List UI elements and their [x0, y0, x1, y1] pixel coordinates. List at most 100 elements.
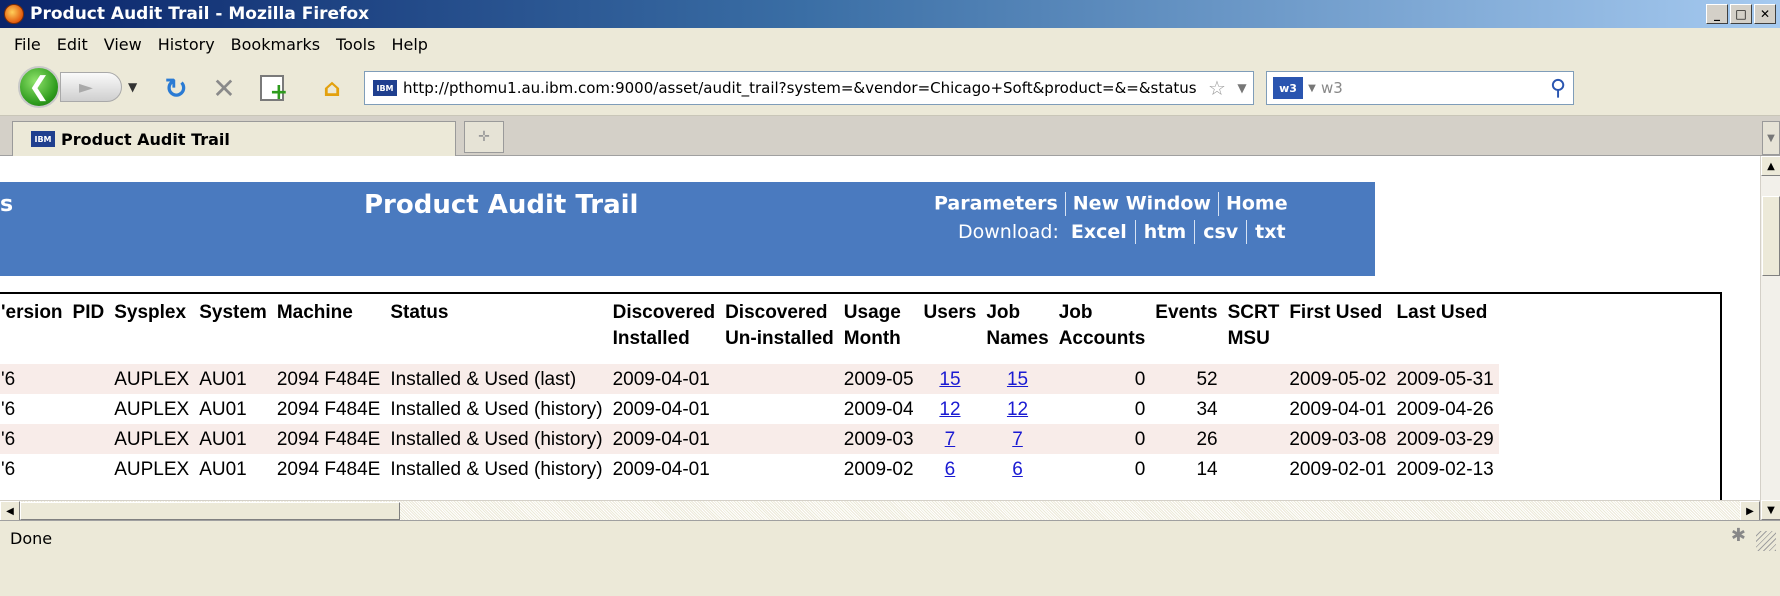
menu-view[interactable]: View — [104, 35, 142, 54]
parameters-link[interactable]: Parameters — [934, 193, 1058, 215]
table-header-row: 'ersion PID Sysplex System Machine Statu… — [0, 300, 1499, 364]
col-system: System — [199, 302, 267, 323]
col-last-used: Last Used — [1396, 302, 1488, 323]
vertical-scroll-thumb[interactable] — [1762, 196, 1780, 276]
addon-status-icon[interactable]: ✱ — [1731, 525, 1746, 546]
window-controls: _ □ ✕ — [1706, 4, 1776, 24]
search-input[interactable]: w3 — [1321, 79, 1543, 97]
resize-grip-icon[interactable] — [1756, 531, 1776, 551]
new-tab-button[interactable]: ✛ — [464, 121, 504, 153]
page-title: Product Audit Trail — [364, 190, 639, 220]
new-window-link[interactable]: New Window — [1073, 193, 1211, 215]
scroll-right-icon[interactable]: ▶ — [1740, 501, 1760, 521]
download-csv-link[interactable]: csv — [1203, 221, 1238, 243]
menu-tools[interactable]: Tools — [336, 35, 375, 54]
tab-strip: IBM Product Audit Trail ✛ ▼ — [0, 116, 1780, 156]
status-text: Done — [10, 529, 53, 548]
tab-list-button[interactable]: ▼ — [1762, 121, 1780, 155]
divider — [1194, 220, 1196, 244]
bookmark-star-icon[interactable]: ☆ — [1203, 76, 1231, 100]
table-row: '6 AUPLEX AU01 2094 F484E Installed & Us… — [1, 458, 1494, 480]
download-txt-link[interactable]: txt — [1255, 221, 1285, 243]
back-button[interactable]: ❮ — [18, 66, 60, 108]
scroll-up-icon[interactable]: ▲ — [1761, 156, 1780, 176]
users-link[interactable]: 6 — [945, 459, 956, 480]
table-row: '6 AUPLEX AU01 2094 F484E Installed & Us… — [1, 398, 1494, 420]
menu-bookmarks[interactable]: Bookmarks — [231, 35, 320, 54]
banner-links: Parameters New Window Home — [934, 192, 1288, 216]
table-body: '6 AUPLEX AU01 2094 F484E Installed & Us… — [0, 364, 1499, 484]
download-links: Download: Excel htm csv txt — [958, 220, 1286, 244]
col-usage-month: Usage Month — [843, 302, 901, 349]
tab-favicon: IBM — [31, 131, 55, 147]
table-row: '6 AUPLEX AU01 2094 F484E Installed & Us… — [0, 424, 1499, 454]
divider — [1134, 220, 1136, 244]
col-job-accounts: Job Accounts — [1058, 302, 1146, 349]
page-banner: s Product Audit Trail Parameters New Wind… — [0, 182, 1375, 276]
job-names-link[interactable]: 12 — [1007, 399, 1028, 420]
job-names-link[interactable]: 7 — [1012, 429, 1023, 450]
col-job-names: Job Names — [986, 302, 1049, 349]
window-title: Product Audit Trail - Mozilla Firefox — [30, 4, 370, 24]
download-htm-link[interactable]: htm — [1144, 221, 1186, 243]
plus-icon: ✛ — [478, 129, 490, 145]
menu-file[interactable]: File — [14, 35, 41, 54]
site-favicon: IBM — [373, 80, 397, 96]
scroll-down-icon[interactable]: ▼ — [1761, 500, 1780, 520]
page-content: s Product Audit Trail Parameters New Wind… — [0, 156, 1760, 520]
search-engine-dropdown-icon[interactable]: ▼ — [1303, 83, 1321, 94]
job-names-link[interactable]: 15 — [1007, 369, 1028, 390]
close-button[interactable]: ✕ — [1754, 4, 1776, 24]
divider — [1217, 192, 1219, 216]
firefox-icon — [4, 4, 24, 24]
reload-icon[interactable]: ↻ — [160, 72, 192, 105]
col-version: 'ersion — [1, 302, 63, 323]
users-link[interactable]: 12 — [939, 399, 960, 420]
scroll-left-icon[interactable]: ◀ — [0, 501, 20, 521]
col-discovered-installed: Discovered Installed — [612, 302, 716, 349]
menu-bar: File Edit View History Bookmarks Tools H… — [0, 28, 1780, 60]
url-dropdown-icon[interactable]: ▼ — [1231, 81, 1253, 95]
status-bar: Done ✱ — [0, 520, 1780, 596]
col-discovered-uninstalled: Discovered Un-installed — [725, 302, 834, 349]
search-icon[interactable]: ⚲ — [1543, 76, 1573, 101]
menu-help[interactable]: Help — [391, 35, 427, 54]
home-icon[interactable]: ⌂ — [316, 72, 348, 104]
vertical-scrollbar[interactable]: ▲ ▼ — [1760, 156, 1780, 520]
search-bar[interactable]: w3 ▼ w3 ⚲ — [1266, 71, 1574, 105]
col-events: Events — [1155, 302, 1218, 323]
history-dropdown-icon[interactable]: ▼ — [128, 80, 137, 94]
forward-button[interactable]: ► — [60, 72, 122, 102]
stop-icon[interactable]: ✕ — [208, 72, 240, 105]
job-names-link[interactable]: 6 — [1012, 459, 1023, 480]
tab-label: Product Audit Trail — [61, 129, 230, 149]
col-scrt-msu: SCRT MSU — [1227, 302, 1280, 349]
tab-product-audit-trail[interactable]: IBM Product Audit Trail — [12, 121, 456, 156]
users-link[interactable]: 7 — [945, 429, 956, 450]
new-tab-icon[interactable]: + — [256, 72, 288, 105]
maximize-button[interactable]: □ — [1730, 4, 1752, 24]
table-row: '6 AUPLEX AU01 2094 F484E Installed & Us… — [0, 364, 1499, 394]
minimize-button[interactable]: _ — [1706, 4, 1728, 24]
forward-arrow-icon: ► — [79, 76, 93, 98]
users-link[interactable]: 15 — [939, 369, 960, 390]
download-excel-link[interactable]: Excel — [1071, 221, 1127, 243]
col-users: Users — [923, 302, 977, 323]
horizontal-scrollbar[interactable]: ◀ ▶ — [0, 500, 1760, 521]
col-first-used: First Used — [1289, 302, 1383, 323]
window-titlebar: Product Audit Trail - Mozilla Firefox _ … — [0, 0, 1780, 28]
search-engine-icon[interactable]: w3 — [1273, 77, 1303, 99]
col-pid: PID — [72, 302, 105, 323]
banner-left-fragment: s — [0, 192, 14, 217]
address-bar[interactable]: IBM http://pthomu1.au.ibm.com:9000/asset… — [364, 71, 1254, 105]
download-label: Download: — [958, 221, 1059, 243]
audit-table: 'ersion PID Sysplex System Machine Statu… — [0, 300, 1499, 484]
navigation-toolbar: ► ❮ ▼ ↻ ✕ + ⌂ IBM http://pthomu1.au.ibm.… — [0, 60, 1780, 116]
url-input[interactable]: http://pthomu1.au.ibm.com:9000/asset/aud… — [403, 79, 1203, 97]
horizontal-scroll-thumb[interactable] — [20, 502, 400, 520]
back-arrow-icon: ❮ — [28, 72, 50, 102]
menu-edit[interactable]: Edit — [57, 35, 88, 54]
home-link[interactable]: Home — [1226, 193, 1288, 215]
col-status: Status — [390, 302, 449, 323]
menu-history[interactable]: History — [158, 35, 215, 54]
